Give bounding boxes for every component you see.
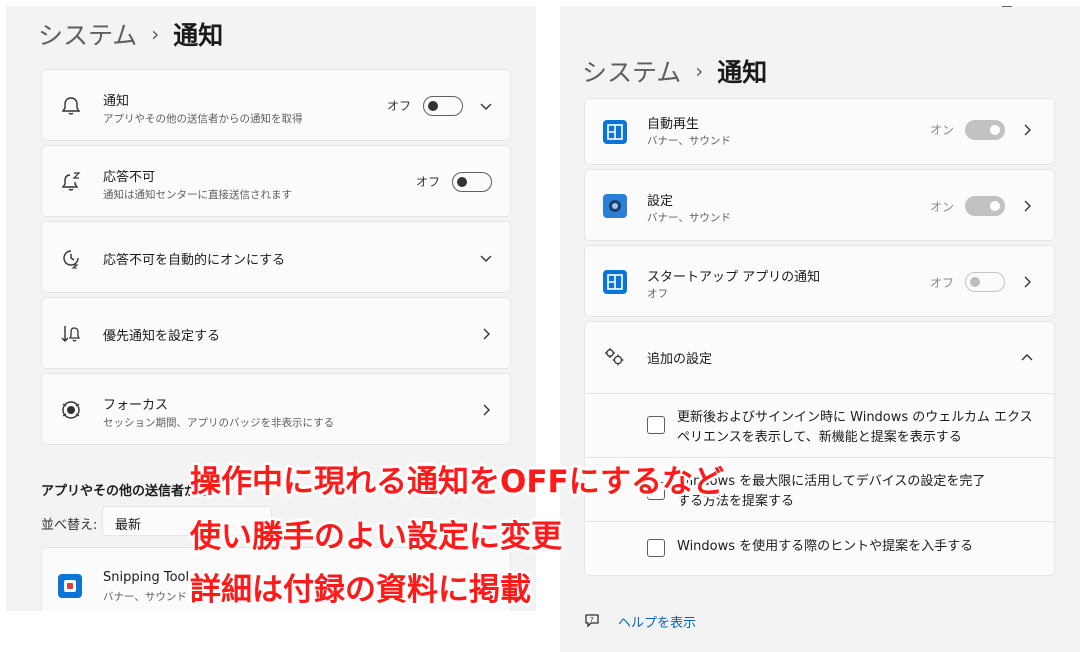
priority-card[interactable]: 優先通知を設定する [41, 297, 511, 369]
chevron-right-icon[interactable] [480, 328, 492, 340]
option-line: Windows を使用する際のヒントや提案を入手する [677, 539, 974, 554]
focus-card[interactable]: フォーカス セッション期間、アプリのバッジを非表示にする [41, 373, 511, 445]
app-state: オフ [930, 276, 955, 290]
app-state: オン [930, 200, 955, 214]
app-toggle[interactable] [965, 120, 1005, 140]
snipping-tool-title: Snipping Tool [103, 570, 190, 585]
snipping-tool-icon [58, 574, 82, 598]
focus-subtitle: セッション期間、アプリのバッジを非表示にする [103, 417, 335, 429]
tips-label: Windows を使用する際のヒントや提案を入手する [677, 537, 973, 557]
maximize-button[interactable]: ☐ [1001, 6, 1013, 11]
breadcrumb-system[interactable]: システム [38, 16, 137, 52]
autoplay-icon [603, 120, 627, 144]
notifications-toggle[interactable] [423, 96, 463, 116]
dnd-card[interactable]: 応答不可 通知は通知センターに直接送信されます オフ [41, 145, 511, 217]
app-subtitle: バナー、サウンド [647, 212, 731, 224]
app-subtitle: オフ [647, 288, 668, 300]
notifications-subtitle: アプリやその他の送信者からの通知を取得 [103, 113, 303, 125]
priority-title: 優先通知を設定する [103, 329, 221, 344]
close-button[interactable]: ✕ [1048, 6, 1059, 11]
breadcrumb-separator: › [695, 59, 704, 83]
breadcrumb: システム › 通知 [38, 16, 223, 52]
focus-icon [62, 401, 80, 419]
bell-icon [61, 97, 81, 115]
help-icon: ? [585, 614, 599, 628]
dnd-state: オフ [416, 175, 441, 189]
dnd-auto-title: 応答不可を自動的にオンにする [103, 253, 286, 268]
app-row-settings[interactable]: 設定 バナー、サウンド オン [584, 169, 1055, 241]
svg-text:?: ? [590, 616, 594, 624]
app-row-startup[interactable]: スタートアップ アプリの通知 オフ オフ [584, 245, 1055, 317]
welcome-experience-label: 更新後およびサインイン時に Windows のウェルカム エクス ペリエンスを表… [677, 408, 1033, 448]
additional-settings-title: 追加の設定 [647, 352, 713, 367]
help-link[interactable]: ヘルプを表示 [618, 612, 696, 631]
snipping-tool-subtitle: バナー、サウンド [103, 591, 187, 603]
chevron-right-icon[interactable] [1021, 124, 1033, 136]
breadcrumb-system[interactable]: システム [582, 53, 681, 89]
page-title: 通知 [717, 58, 768, 87]
priority-bell-icon [61, 326, 81, 342]
page-title: 通知 [173, 21, 224, 50]
breadcrumb: システム › 通知 [582, 53, 767, 89]
settings-gear-icon [603, 194, 627, 218]
app-toggle[interactable] [965, 272, 1005, 292]
app-title: 自動再生 [647, 117, 700, 132]
chevron-right-icon[interactable] [1021, 200, 1033, 212]
app-subtitle: バナー、サウンド [647, 135, 731, 147]
chevron-right-icon[interactable] [480, 404, 492, 416]
dnd-subtitle: 通知は通知センターに直接送信されます [103, 189, 292, 201]
additional-settings-card: 追加の設定 更新後およびサインイン時に Windows のウェルカム エクス ペ… [584, 321, 1055, 576]
clock-icon [63, 250, 79, 269]
caption-line-1: 操作中に現れる通知をOFFにするなど [190, 464, 725, 500]
caption-line-3: 詳細は付録の資料に掲載 [190, 572, 531, 608]
option-line: ペリエンスを表示して、新機能と提案を表示する [677, 430, 962, 445]
app-toggle[interactable] [965, 196, 1005, 216]
sort-value: 最新 [115, 518, 142, 533]
tips-checkbox[interactable] [647, 539, 665, 557]
dnd-auto-card[interactable]: 応答不可を自動的にオンにする [41, 221, 511, 293]
app-title: 設定 [647, 194, 674, 209]
option-line: 更新後およびサインイン時に Windows のウェルカム エクス [677, 410, 1033, 425]
settings-window-right: — ☐ ✕ システム › 通知 自動再生 バナー、サウンド オン 設定 バナー、… [560, 6, 1080, 652]
app-title: スタートアップ アプリの通知 [647, 270, 821, 285]
notifications-state: オフ [387, 99, 412, 113]
dnd-title: 応答不可 [103, 170, 156, 185]
senders-heading: アプリやその他の送信者から [41, 484, 211, 499]
breadcrumb-separator: › [151, 22, 160, 46]
bell-snooze-icon [61, 172, 81, 191]
welcome-experience-checkbox[interactable] [647, 416, 665, 434]
notifications-title: 通知 [103, 94, 130, 109]
notifications-card[interactable]: 通知 アプリやその他の送信者からの通知を取得 オフ [41, 69, 511, 141]
focus-title: フォーカス [103, 398, 169, 413]
sort-label: 並べ替え: [41, 518, 98, 533]
chevron-down-icon[interactable] [480, 252, 492, 264]
chevron-down-icon[interactable] [480, 100, 492, 112]
minimize-button[interactable]: — [953, 6, 966, 11]
chevron-up-icon[interactable] [1021, 352, 1033, 364]
app-state: オン [930, 123, 955, 137]
chevron-right-icon[interactable] [1021, 276, 1033, 288]
caption-line-2: 使い勝手のよい設定に変更 [190, 519, 562, 555]
dnd-toggle[interactable] [452, 172, 492, 192]
app-row-autoplay[interactable]: 自動再生 バナー、サウンド オン [584, 98, 1055, 165]
startup-apps-icon [603, 270, 627, 294]
gears-icon [605, 348, 624, 366]
